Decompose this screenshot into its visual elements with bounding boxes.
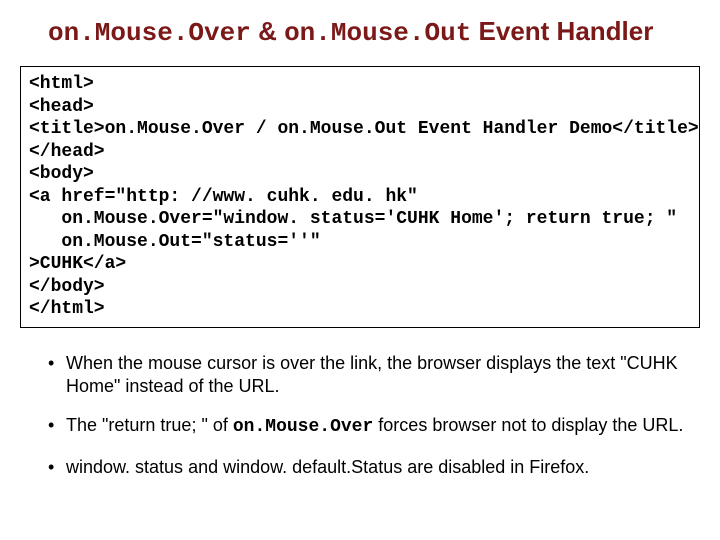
bullet-text: When the mouse cursor is over the link, … [66,353,678,396]
bullet-list: When the mouse cursor is over the link, … [18,352,702,480]
list-item: The "return true; " of on.Mouse.Over for… [48,414,684,439]
list-item: When the mouse cursor is over the link, … [48,352,684,399]
bullet-text-post: forces browser not to display the URL. [373,415,683,435]
bullet-inline-code: on.Mouse.Over [233,417,373,437]
slide: on.Mouse.Over & on.Mouse.Out Event Handl… [0,0,720,479]
slide-title: on.Mouse.Over & on.Mouse.Out Event Handl… [48,16,702,48]
title-separator: & [251,16,284,46]
title-code-2: on.Mouse.Out [284,18,471,48]
title-tail: Event Handler [471,16,653,46]
list-item: window. status and window. default.Statu… [48,456,684,479]
bullet-text-pre: The "return true; " of [66,415,233,435]
bullet-text: window. status and window. default.Statu… [66,457,589,477]
title-code-1: on.Mouse.Over [48,18,251,48]
code-block: <html> <head> <title>on.Mouse.Over / on.… [20,66,700,328]
